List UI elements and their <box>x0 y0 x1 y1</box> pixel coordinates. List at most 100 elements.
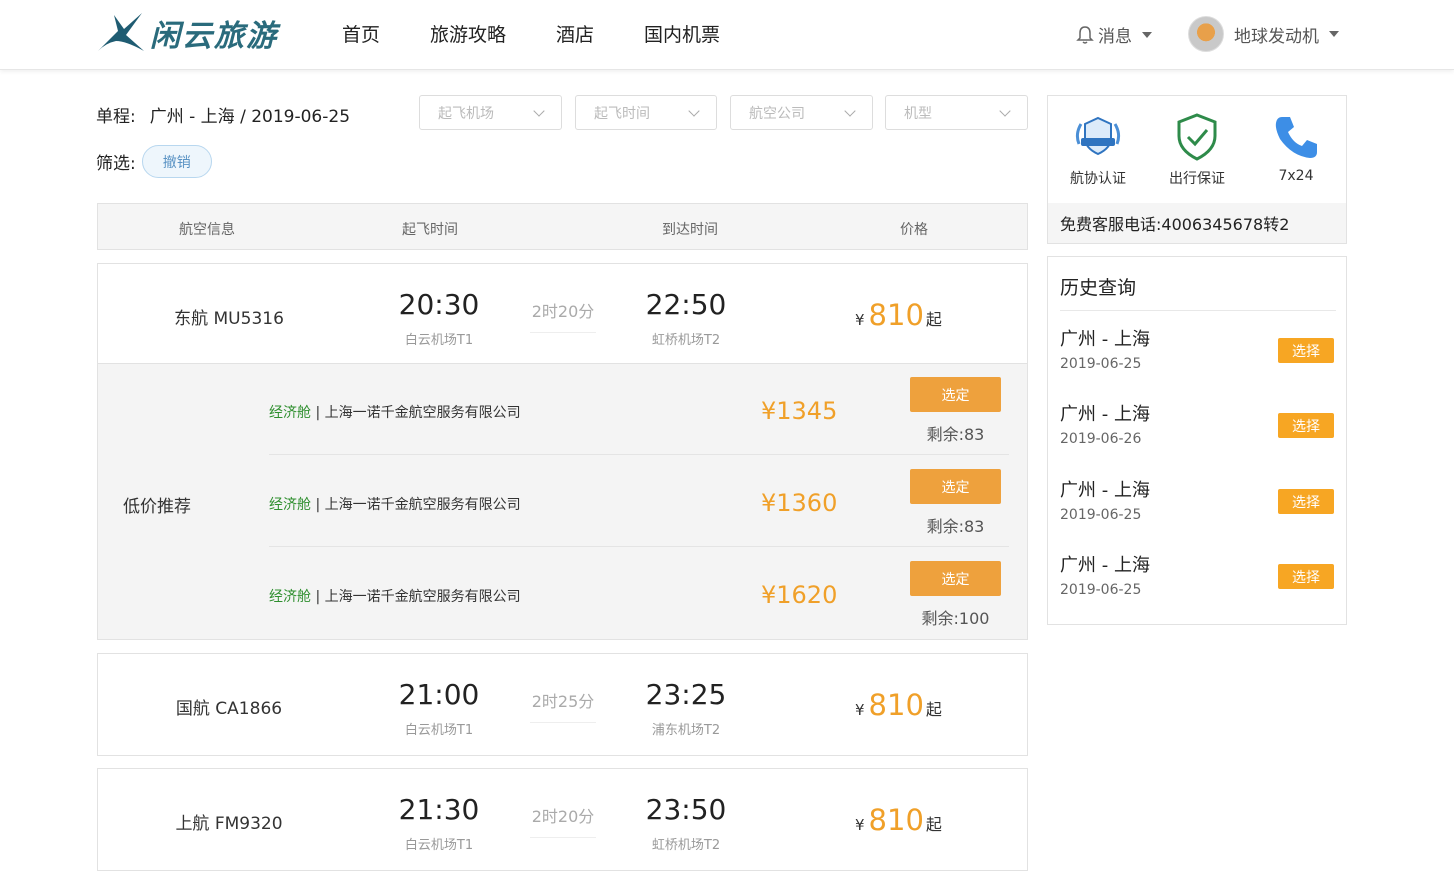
dropdown-airport[interactable]: 起飞机场 <box>419 95 562 130</box>
recommend-label: 低价推荐 <box>123 497 191 517</box>
history-route: 广州 - 上海 <box>1060 404 1150 425</box>
select-offer-button[interactable]: 选定 <box>910 561 1001 596</box>
history-item: 广州 - 上海 2019-06-25 选择 <box>1060 476 1336 536</box>
user-menu[interactable]: 地球发动机 <box>1188 16 1339 52</box>
history-item: 广州 - 上海 2019-06-25 选择 <box>1060 325 1336 385</box>
select-offer-button[interactable]: 选定 <box>910 469 1001 504</box>
chevron-down-icon <box>688 104 700 117</box>
offer-description: 经济舱 | 上海一诺千金航空服务有限公司 <box>269 494 521 514</box>
flight-row[interactable]: 国航 CA1866 21:00 白云机场T1 2时25分 23:25 浦东机场T… <box>97 653 1028 756</box>
flight-duration: 2时20分 <box>531 302 595 321</box>
flight-name: 东航 MU5316 <box>174 309 284 329</box>
cabin-class: 经济舱 <box>269 497 311 513</box>
nav-item-hotels[interactable]: 酒店 <box>556 20 594 47</box>
col-depart-time: 起飞时间 <box>402 222 458 238</box>
service-panel: 航协认证 出行保证 7x24 免费客服电话:4006345678转2 <box>1047 95 1347 244</box>
arrive-time: 22:50 <box>645 288 727 321</box>
certified-badge-icon <box>1075 116 1121 156</box>
offer-description: 经济舱 | 上海一诺千金航空服务有限公司 <box>269 402 521 422</box>
history-date: 2019-06-26 <box>1060 431 1142 447</box>
depart-airport: 白云机场T1 <box>404 333 474 348</box>
flight-duration: 2时25分 <box>531 692 595 711</box>
history-select-button[interactable]: 选择 <box>1278 338 1334 363</box>
seats-remaining: 剩余:100 <box>921 609 990 628</box>
flight-duration: 2时20分 <box>531 807 595 826</box>
col-arrive-time: 到达时间 <box>662 222 718 238</box>
dropdown-airline[interactable]: 航空公司 <box>730 95 873 130</box>
offer-item: 经济舱 | 上海一诺千金航空服务有限公司 ¥1360 选定 剩余:83 <box>269 456 1009 547</box>
price-value: 810 <box>868 688 924 722</box>
price-value: 810 <box>868 803 924 837</box>
currency-symbol: ¥ <box>855 311 865 329</box>
flight-name: 上航 FM9320 <box>175 814 283 834</box>
badge-guarantee: 出行保证 <box>1157 112 1237 188</box>
top-header: 闲云旅游 首页 旅游攻略 酒店 国内机票 消息 地球发动机 <box>0 0 1454 70</box>
phone-icon <box>1275 117 1317 158</box>
dropdown-aircraft[interactable]: 机型 <box>885 95 1028 130</box>
chevron-down-icon <box>1142 31 1152 38</box>
reset-filter-tag[interactable]: 撤销 <box>141 145 212 178</box>
username: 地球发动机 <box>1234 26 1319 47</box>
depart-time: 21:30 <box>398 793 480 826</box>
offer-item: 经济舱 | 上海一诺千金航空服务有限公司 ¥1345 选定 剩余:83 <box>269 364 1009 455</box>
price-suffix: 起 <box>925 815 942 834</box>
offer-separator: | <box>311 589 325 605</box>
route-summary: 单程: 广州 - 上海 / 2019-06-25 <box>96 102 350 127</box>
duration-divider <box>530 332 596 333</box>
badge-certified-label: 航协认证 <box>1070 171 1126 187</box>
swallow-logo-icon <box>98 13 144 51</box>
history-date: 2019-06-25 <box>1060 582 1142 598</box>
chevron-down-icon <box>533 104 545 117</box>
offer-description: 经济舱 | 上海一诺千金航空服务有限公司 <box>269 586 521 606</box>
select-offer-button[interactable]: 选定 <box>910 377 1001 412</box>
chevron-down-icon <box>999 104 1011 117</box>
hotline: 免费客服电话:4006345678转2 <box>1048 203 1346 243</box>
badge-certified: 航协认证 <box>1058 112 1138 188</box>
flight-row[interactable]: 上航 FM9320 21:30 白云机场T1 2时20分 23:50 虹桥机场T… <box>97 768 1028 871</box>
col-airline-info: 航空信息 <box>179 222 235 238</box>
bell-icon <box>1076 25 1094 44</box>
nav-item-home[interactable]: 首页 <box>342 20 380 47</box>
agency-name: 上海一诺千金航空服务有限公司 <box>324 589 521 605</box>
history-route: 广州 - 上海 <box>1060 555 1150 576</box>
shield-check-icon <box>1177 113 1217 161</box>
seats-remaining: 剩余:83 <box>926 517 985 536</box>
dropdown-time[interactable]: 起飞时间 <box>575 95 717 130</box>
messages-menu[interactable]: 消息 <box>1076 22 1152 47</box>
badge-support: 7x24 <box>1256 112 1336 184</box>
logo-text: 闲云旅游 <box>150 19 278 54</box>
route-text: 广州 - 上海 / 2019-06-25 <box>149 107 351 127</box>
agency-name: 上海一诺千金航空服务有限公司 <box>324 497 521 513</box>
history-select-button[interactable]: 选择 <box>1278 489 1334 514</box>
route-label: 单程: <box>96 107 136 127</box>
depart-airport: 白云机场T1 <box>404 838 474 853</box>
price-suffix: 起 <box>925 700 942 719</box>
filter-row: 筛选: 撤销 <box>96 145 212 178</box>
history-divider <box>1060 310 1336 311</box>
flight-price: ¥ 810 起 <box>855 298 942 332</box>
dropdown-airline-label: 航空公司 <box>749 105 805 122</box>
history-route: 广州 - 上海 <box>1060 480 1150 501</box>
arrive-airport: 虹桥机场T2 <box>651 333 721 348</box>
arrive-time: 23:50 <box>645 793 727 826</box>
avatar <box>1188 16 1224 52</box>
history-select-button[interactable]: 选择 <box>1278 564 1334 589</box>
cabin-class: 经济舱 <box>269 589 311 605</box>
seats-remaining: 剩余:83 <box>926 425 985 444</box>
arrive-airport: 虹桥机场T2 <box>651 838 721 853</box>
arrive-airport: 浦东机场T2 <box>651 723 721 738</box>
depart-time: 20:30 <box>398 288 480 321</box>
price-value: 810 <box>868 298 924 332</box>
agency-name: 上海一诺千金航空服务有限公司 <box>324 405 521 421</box>
nav-item-flights[interactable]: 国内机票 <box>644 20 720 47</box>
cabin-class: 经济舱 <box>269 405 311 421</box>
flight-table-header: 航空信息 起飞时间 到达时间 价格 <box>97 203 1028 250</box>
chevron-down-icon <box>1329 31 1339 37</box>
duration-divider <box>530 837 596 838</box>
history-select-button[interactable]: 选择 <box>1278 413 1334 438</box>
flight-row[interactable]: 东航 MU5316 20:30 白云机场T1 2时20分 22:50 虹桥机场T… <box>97 263 1028 364</box>
flight-name: 国航 CA1866 <box>175 699 283 719</box>
nav-item-guides[interactable]: 旅游攻略 <box>430 20 506 47</box>
history-item: 广州 - 上海 2019-06-25 选择 <box>1060 551 1336 611</box>
site-logo[interactable]: 闲云旅游 <box>96 8 291 58</box>
